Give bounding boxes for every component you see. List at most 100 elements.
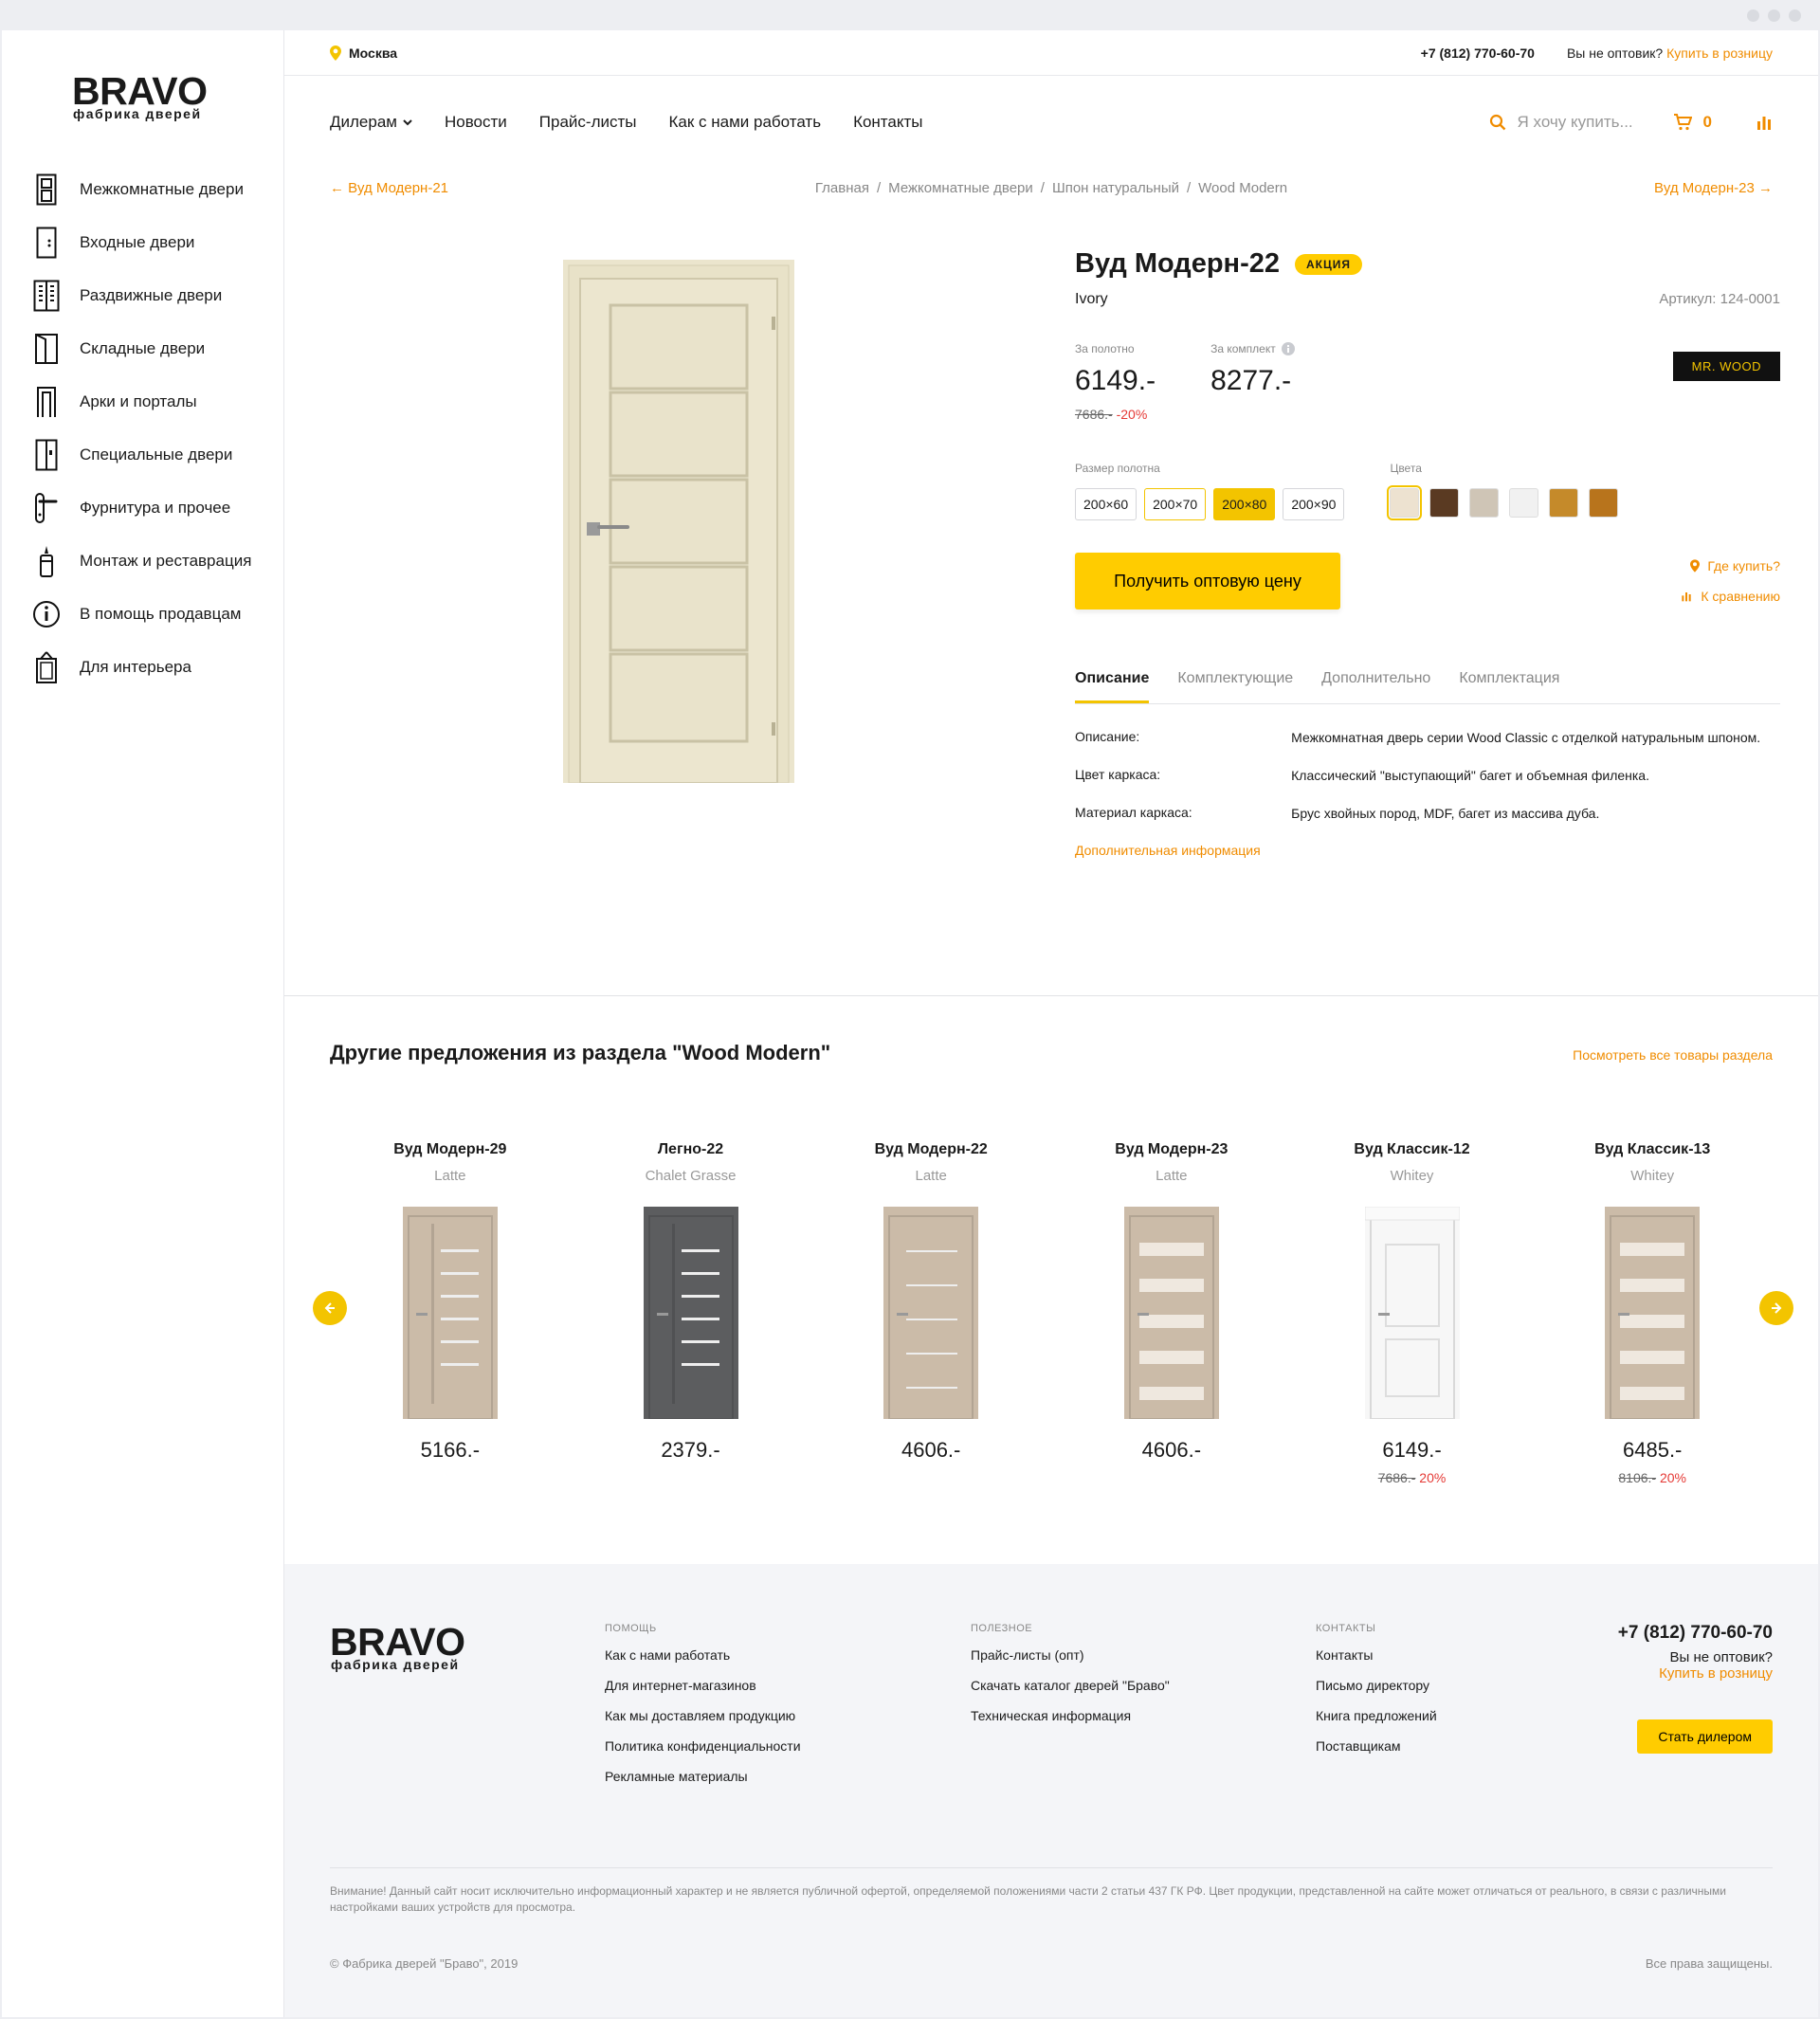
cart-icon <box>1673 114 1692 131</box>
price-leaf-value: 6149.- <box>1075 365 1156 396</box>
sidebar-item[interactable]: В помощь продавцам <box>32 588 251 641</box>
footer-phone[interactable]: +7 (812) 770-60-70 <box>1618 1623 1773 1644</box>
color-swatch[interactable] <box>1429 488 1460 518</box>
info-icon <box>32 597 61 631</box>
main-nav: Дилерам Новости Прайс-листы Как с нами р… <box>284 76 1818 169</box>
search-input[interactable]: Я хочу купить... <box>1489 113 1650 132</box>
sidebar-item-label: Фурнитура и прочее <box>80 499 231 517</box>
related-old-price: 8106.- 20% <box>1618 1470 1686 1485</box>
related-product-card[interactable]: Легно-22 Chalet Grasse 2379.- <box>571 1141 811 1485</box>
footer-link[interactable]: Скачать каталог дверей "Браво" <box>971 1678 1170 1693</box>
sealant-icon <box>32 544 61 578</box>
tab-additional[interactable]: Дополнительно <box>1321 670 1430 703</box>
entrance-door-icon <box>32 226 61 260</box>
related-product-name: Вуд Модерн-23 <box>1115 1141 1228 1157</box>
carousel-next-button[interactable] <box>1759 1291 1793 1325</box>
tab-description[interactable]: Описание <box>1075 670 1150 703</box>
get-wholesale-price-button[interactable]: Получить оптовую цену <box>1075 553 1340 609</box>
footer-link[interactable]: Для интернет-магазинов <box>605 1678 801 1693</box>
nav-dealers[interactable]: Дилерам <box>330 113 412 132</box>
sidebar-item-label: В помощь продавцам <box>80 605 242 623</box>
tab-components[interactable]: Комплектующие <box>1177 670 1293 703</box>
footer-link[interactable]: Рекламные материалы <box>605 1769 801 1784</box>
arch-icon <box>32 385 61 419</box>
footer-link[interactable]: Техническая информация <box>971 1708 1170 1723</box>
product-image[interactable] <box>563 260 794 783</box>
footer-link[interactable]: Поставщикам <box>1316 1738 1437 1754</box>
more-info-link[interactable]: Дополнительная информация <box>1075 843 1261 858</box>
related-product-card[interactable]: Вуд Классик-12 Whitey 6149.- 7686.- 20% <box>1292 1141 1533 1485</box>
nav-contacts[interactable]: Контакты <box>853 113 922 132</box>
next-product-link[interactable]: Вуд Модерн-23 → <box>1654 180 1773 196</box>
footer-retail-link[interactable]: Купить в розницу <box>1618 1665 1773 1682</box>
footer-link[interactable]: Контакты <box>1316 1647 1437 1663</box>
sidebar-item[interactable]: Межкомнатные двери <box>32 163 251 216</box>
nav-price-lists[interactable]: Прайс-листы <box>539 113 637 132</box>
related-product-image[interactable] <box>330 1207 571 1419</box>
related-product-price: 5166.- <box>420 1438 481 1462</box>
sidebar-item[interactable]: Монтаж и реставрация <box>32 535 251 588</box>
nav-how-to-work[interactable]: Как с нами работать <box>669 113 822 132</box>
become-dealer-button[interactable]: Стать дилером <box>1637 1719 1773 1754</box>
prev-product-link[interactable]: ← Вуд Модерн-21 <box>330 180 448 196</box>
sidebar-item[interactable]: Входные двери <box>32 216 251 269</box>
related-product-name: Вуд Классик-13 <box>1594 1141 1711 1157</box>
related-product-image[interactable] <box>1051 1207 1292 1419</box>
breadcrumb-home[interactable]: Главная <box>815 180 869 196</box>
footer-link[interactable]: Книга предложений <box>1316 1708 1437 1723</box>
footer-link[interactable]: Как с нами работать <box>605 1647 801 1663</box>
carousel-prev-button[interactable] <box>313 1291 347 1325</box>
color-swatch[interactable] <box>1469 488 1500 518</box>
chevron-down-icon <box>403 118 412 125</box>
logo[interactable]: BRAVO фабрика дверей <box>72 72 208 121</box>
size-option[interactable]: 200×60 <box>1075 488 1138 520</box>
tab-set[interactable]: Комплектация <box>1459 670 1559 703</box>
color-swatch[interactable] <box>1509 488 1539 518</box>
breadcrumb-current: Wood Modern <box>1198 180 1288 196</box>
sidebar-item[interactable]: Для интерьера <box>32 641 251 694</box>
cart-button[interactable]: 0 <box>1673 113 1712 132</box>
size-option[interactable]: 200×80 <box>1213 488 1276 520</box>
size-option[interactable]: 200×90 <box>1283 488 1345 520</box>
related-product-card[interactable]: Вуд Модерн-23 Latte 4606.- <box>1051 1141 1292 1485</box>
sidebar-item[interactable]: Арки и порталы <box>32 375 251 428</box>
sidebar-item-label: Раздвижные двери <box>80 286 223 304</box>
city-selector[interactable]: Москва <box>330 45 397 61</box>
phone-number[interactable]: +7 (812) 770-60-70 <box>1421 45 1535 61</box>
wholesale-question: Вы не оптовик? Купить в розницу <box>1566 45 1773 61</box>
footer-link[interactable]: Письмо директору <box>1316 1678 1437 1693</box>
related-product-name: Легно-22 <box>657 1141 724 1157</box>
color-swatch[interactable] <box>1387 485 1423 520</box>
info-tooltip-icon[interactable] <box>1281 342 1295 355</box>
breadcrumb-veneer[interactable]: Шпон натуральный <box>1052 180 1179 196</box>
related-product-card[interactable]: Вуд Модерн-22 Latte 4606.- <box>810 1141 1051 1485</box>
retail-link[interactable]: Купить в розницу <box>1666 45 1773 61</box>
sidebar-item[interactable]: Складные двери <box>32 322 251 375</box>
sidebar-item[interactable]: Специальные двери <box>32 428 251 482</box>
search-icon <box>1489 114 1505 131</box>
compare-icon[interactable] <box>1756 114 1773 131</box>
view-all-link[interactable]: Посмотреть все товары раздела <box>1573 1047 1773 1063</box>
sidebar-item[interactable]: Раздвижные двери <box>32 269 251 322</box>
footer: BRAVO фабрика дверей ПОМОЩЬ Как с нами р… <box>284 1564 1818 2017</box>
related-product-image[interactable] <box>1292 1207 1533 1419</box>
footer-link[interactable]: Как мы доставляем продукцию <box>605 1708 801 1723</box>
sidebar-item[interactable]: Фурнитура и прочее <box>32 482 251 535</box>
related-product-image[interactable] <box>571 1207 811 1419</box>
related-product-image[interactable] <box>1532 1207 1773 1419</box>
related-product-image[interactable] <box>810 1207 1051 1419</box>
rights-reserved: Все права защищены. <box>1645 1956 1773 1971</box>
footer-logo[interactable]: BRAVO фабрика дверей <box>330 1623 465 1672</box>
size-option[interactable]: 200×70 <box>1144 488 1207 520</box>
add-to-compare-link[interactable]: К сравнению <box>1680 589 1780 604</box>
related-product-card[interactable]: Вуд Классик-13 Whitey 6485.- 8106.- 20% <box>1532 1141 1773 1485</box>
where-to-buy-link[interactable]: Где купить? <box>1690 558 1780 573</box>
footer-link[interactable]: Прайс-листы (опт) <box>971 1647 1170 1663</box>
breadcrumb-interior[interactable]: Межкомнатные двери <box>888 180 1033 196</box>
color-swatch[interactable] <box>1549 488 1579 518</box>
footer-contact-block: +7 (812) 770-60-70 Вы не оптовик? Купить… <box>1618 1623 1773 1754</box>
nav-news[interactable]: Новости <box>445 113 507 132</box>
color-swatch[interactable] <box>1589 488 1619 518</box>
footer-link[interactable]: Политика конфиденциальности <box>605 1738 801 1754</box>
related-product-card[interactable]: Вуд Модерн-29 Latte 5166.- <box>330 1141 571 1485</box>
